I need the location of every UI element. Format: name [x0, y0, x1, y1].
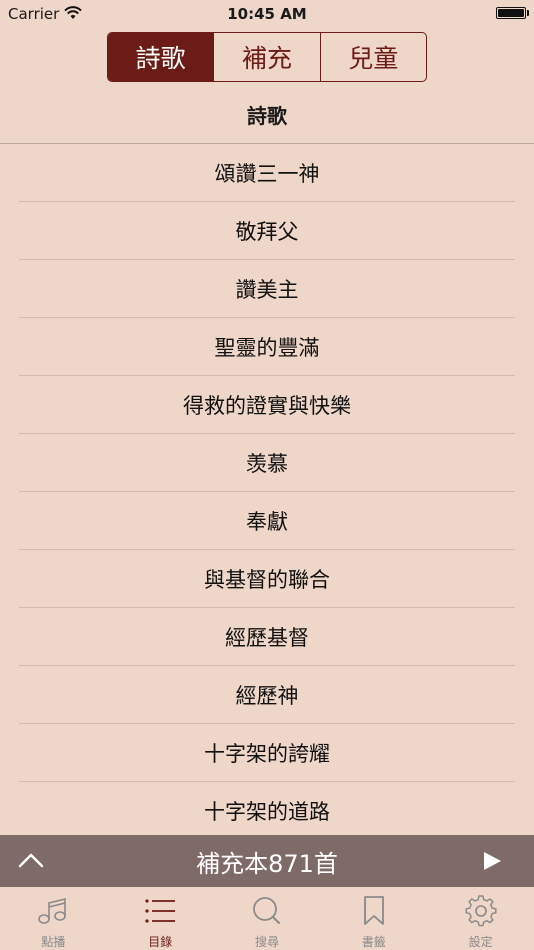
status-time: 10:45 AM	[227, 5, 307, 23]
list-item[interactable]: 十字架的誇耀	[0, 724, 534, 782]
segment-supplement[interactable]: 補充	[214, 33, 321, 81]
list-item[interactable]: 十字架的道路	[0, 782, 534, 835]
now-playing-bar[interactable]: 補充本871首	[0, 835, 534, 887]
tab-bar: 點播 目錄 搜尋 書籤 設定	[0, 887, 534, 950]
tab-label: 設定	[468, 935, 493, 949]
category-segmented-control: 詩歌 補充 兒童	[107, 32, 427, 82]
list-item[interactable]: 經歷神	[0, 666, 534, 724]
segment-hymns[interactable]: 詩歌	[108, 33, 215, 81]
list-item[interactable]: 聖靈的豐滿	[0, 318, 534, 376]
list-item[interactable]: 頌讚三一神	[0, 144, 534, 202]
list-icon	[145, 899, 176, 923]
list-item[interactable]: 奉獻	[0, 492, 534, 550]
tab-label: 目錄	[148, 935, 173, 949]
segment-children[interactable]: 兒童	[321, 33, 426, 81]
music-note-icon	[38, 897, 67, 924]
play-icon[interactable]	[482, 851, 502, 871]
tab-label: 搜尋	[254, 935, 279, 949]
list-item[interactable]: 讚美主	[0, 260, 534, 318]
now-playing-title: 補充本871首	[196, 849, 338, 878]
tab-bookmarks[interactable]: 書籤	[320, 887, 427, 950]
gear-icon	[464, 895, 497, 927]
tab-contents[interactable]: 目錄	[107, 887, 214, 950]
battery-icon	[496, 7, 526, 19]
tab-settings[interactable]: 設定	[427, 887, 534, 950]
battery-cap	[527, 10, 529, 16]
tab-label: 點播	[41, 935, 66, 949]
search-icon	[253, 897, 280, 924]
tab-search[interactable]: 搜尋	[214, 887, 321, 950]
list-item[interactable]: 經歷基督	[0, 608, 534, 666]
bookmark-icon	[363, 896, 384, 925]
list-item[interactable]: 得救的證實與快樂	[0, 376, 534, 434]
tab-playback[interactable]: 點播	[0, 887, 107, 950]
page-title: 詩歌	[247, 104, 287, 128]
category-list: 頌讚三一神 敬拜父 讚美主 聖靈的豐滿 得救的證實與快樂 羡慕 奉獻 與基督的聯…	[0, 144, 534, 835]
list-item[interactable]: 敬拜父	[0, 202, 534, 260]
tab-label: 書籤	[361, 935, 386, 949]
list-item[interactable]: 與基督的聯合	[0, 550, 534, 608]
status-bar: Carrier 10:45 AM	[0, 0, 534, 28]
list-item[interactable]: 羡慕	[0, 434, 534, 492]
chevron-up-icon[interactable]	[18, 849, 44, 871]
